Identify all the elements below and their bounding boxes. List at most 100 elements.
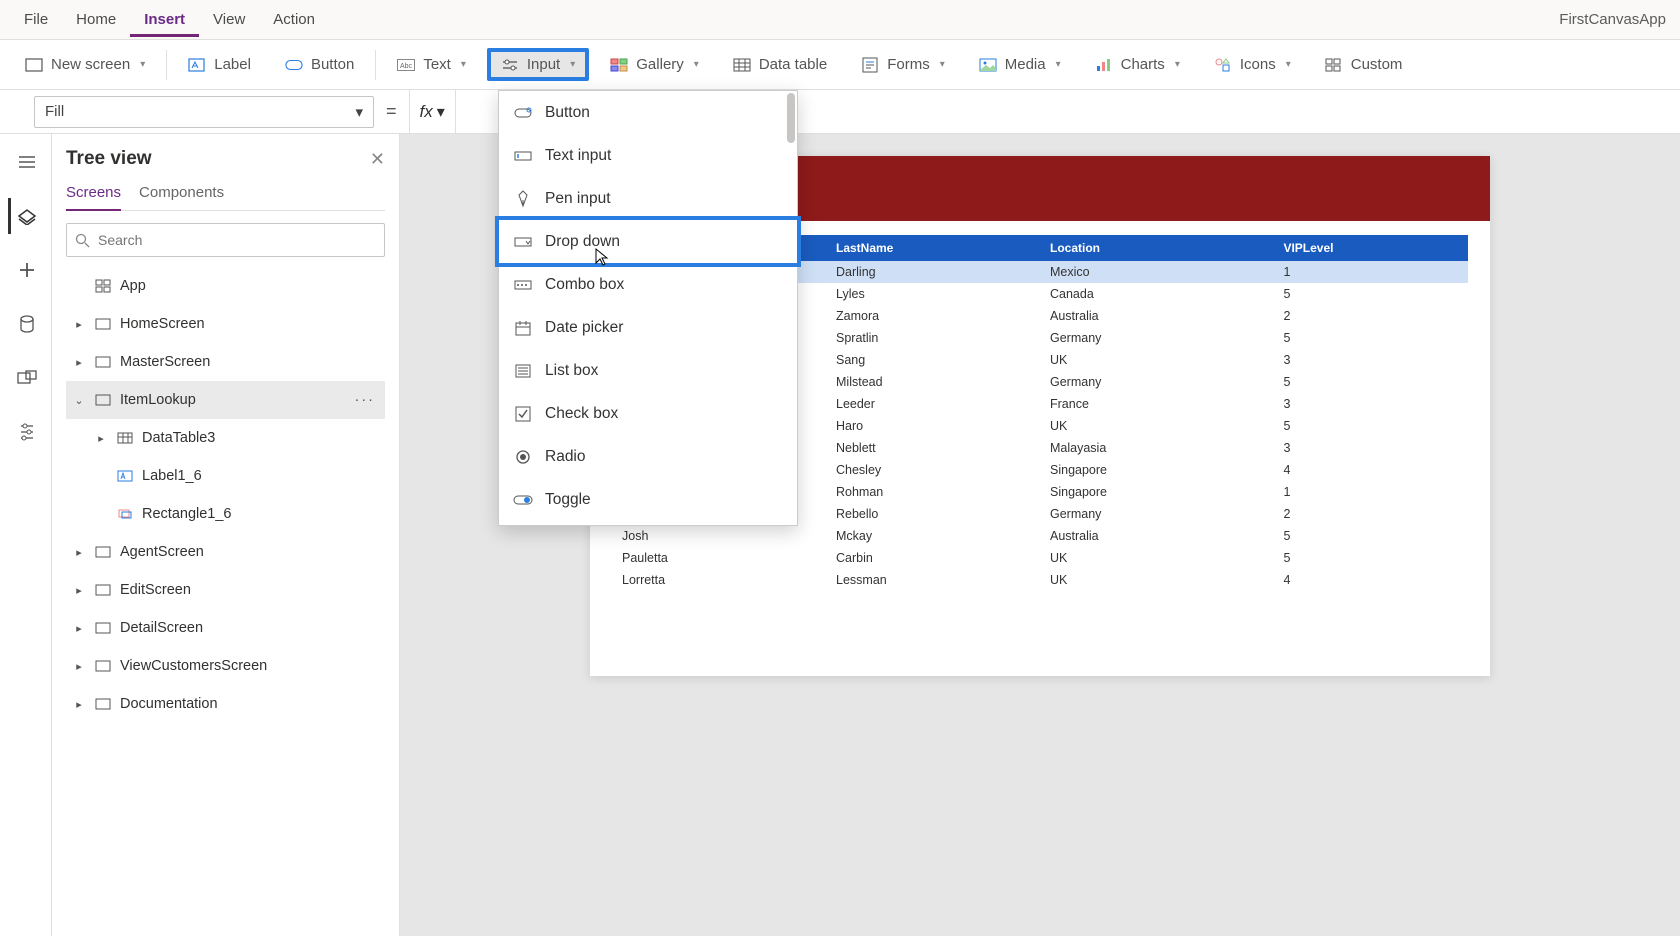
input-dropdown-menu: Button Text input Pen input Drop downCombo … xyxy=(498,90,798,526)
col-header-viplevel[interactable]: VIPLevel xyxy=(1273,235,1468,261)
menu-item-label: Date picker xyxy=(545,319,623,337)
tree-node-datatable3[interactable]: ▸ DataTable3 xyxy=(66,419,385,457)
col-header-location[interactable]: Location xyxy=(1040,235,1273,261)
table-row[interactable]: LorrettaLessmanUK4 xyxy=(612,569,1468,591)
input-menu-item-radio[interactable]: Radio xyxy=(499,435,797,478)
input-menu-item-date[interactable]: Date picker xyxy=(499,306,797,349)
tree-search-box[interactable] xyxy=(66,223,385,257)
expand-icon[interactable]: ▸ xyxy=(72,318,86,331)
input-menu-item-dropdown[interactable]: Drop down xyxy=(499,220,797,263)
input-menu-item-combo[interactable]: Combo box xyxy=(499,263,797,306)
tree-node-editscreen[interactable]: ▸ EditScreen xyxy=(66,571,385,609)
text-dropdown-label: Text xyxy=(423,56,451,73)
document-title: FirstCanvasApp xyxy=(1559,11,1670,28)
tree-node-label: ItemLookup xyxy=(120,392,196,408)
rail-data-button[interactable] xyxy=(8,306,44,342)
table-cell: UK xyxy=(1040,569,1273,591)
tree-node-masterscreen[interactable]: ▸ MasterScreen xyxy=(66,343,385,381)
table-cell: 3 xyxy=(1273,437,1468,459)
tree-node-viewcustomersscreen[interactable]: ▸ ViewCustomersScreen xyxy=(66,647,385,685)
custom-dropdown-label: Custom xyxy=(1351,56,1403,73)
chevron-down-icon: ▾ xyxy=(940,59,945,70)
app-icon xyxy=(94,278,112,294)
chevron-down-icon: ▾ xyxy=(437,102,445,122)
tree-node-label1-6[interactable]: Label1_6 xyxy=(66,457,385,495)
tree-node-rectangle1-6[interactable]: Rectangle1_6 xyxy=(66,495,385,533)
more-options-button[interactable]: ··· xyxy=(355,392,382,408)
chevron-down-icon: ▾ xyxy=(1175,59,1180,70)
tree-view-panel: Tree view ✕ Screens Components App ▸ Hom… xyxy=(52,134,400,936)
new-screen-button[interactable]: New screen ▾ xyxy=(12,49,158,80)
button-control-button[interactable]: Button xyxy=(272,49,367,80)
collapse-icon[interactable]: ⌄ xyxy=(72,394,86,407)
menu-item-label: Button xyxy=(545,104,590,122)
table-cell: 3 xyxy=(1273,349,1468,371)
input-menu-item-toggle[interactable]: Toggle xyxy=(499,478,797,521)
expand-icon[interactable]: ▸ xyxy=(72,622,86,635)
new-screen-label: New screen xyxy=(51,56,130,73)
label-button[interactable]: Label xyxy=(175,49,264,80)
tree-node-detailscreen[interactable]: ▸ DetailScreen xyxy=(66,609,385,647)
expand-icon[interactable]: ▸ xyxy=(72,546,86,559)
text-dropdown-button[interactable]: Abc Text ▾ xyxy=(384,49,479,80)
table-cell: Australia xyxy=(1040,305,1273,327)
gallery-dropdown-button[interactable]: Gallery ▾ xyxy=(597,49,712,80)
fx-button[interactable]: fx ▾ xyxy=(409,90,456,133)
expand-icon[interactable]: ▸ xyxy=(72,698,86,711)
table-row[interactable]: JoshMckayAustralia5 xyxy=(612,525,1468,547)
rail-insert-button[interactable] xyxy=(8,252,44,288)
rail-tree-view-button[interactable] xyxy=(8,198,44,234)
menu-home[interactable]: Home xyxy=(62,5,130,34)
button-icon xyxy=(285,57,303,73)
custom-dropdown-button[interactable]: Custom xyxy=(1312,49,1416,80)
close-panel-button[interactable]: ✕ xyxy=(370,149,385,170)
menu-view[interactable]: View xyxy=(199,5,259,34)
table-icon xyxy=(116,430,134,446)
menu-insert[interactable]: Insert xyxy=(130,5,199,37)
rail-media-button[interactable] xyxy=(8,360,44,396)
icons-dropdown-button[interactable]: Icons ▾ xyxy=(1201,49,1304,80)
table-cell: Canada xyxy=(1040,283,1273,305)
menu-item-label: Radio xyxy=(545,448,586,466)
tree-node-documentation[interactable]: ▸ Documentation xyxy=(66,685,385,723)
input-menu-item-button[interactable]: Button xyxy=(499,91,797,134)
expand-icon[interactable]: ▸ xyxy=(94,432,108,445)
expand-icon[interactable]: ▸ xyxy=(72,584,86,597)
input-menu-item-listbox[interactable]: List box xyxy=(499,349,797,392)
left-rail xyxy=(0,134,52,936)
tree-node-agentscreen[interactable]: ▸ AgentScreen xyxy=(66,533,385,571)
input-menu-item-textinput[interactable]: Text input xyxy=(499,134,797,177)
table-cell: UK xyxy=(1040,547,1273,569)
input-menu-item-check[interactable]: Check box xyxy=(499,392,797,435)
expand-icon[interactable]: ▸ xyxy=(72,356,86,369)
charts-dropdown-button[interactable]: Charts ▾ xyxy=(1082,49,1193,80)
menu-item-label: Pen input xyxy=(545,190,611,208)
expand-icon[interactable]: ▸ xyxy=(72,660,86,673)
tree-node-app[interactable]: App xyxy=(66,267,385,305)
tree-node-homescreen[interactable]: ▸ HomeScreen xyxy=(66,305,385,343)
rail-hamburger-button[interactable] xyxy=(8,144,44,180)
screen-icon xyxy=(94,316,112,332)
scrollbar-thumb[interactable] xyxy=(787,93,795,143)
input-menu-item-pen[interactable]: Pen input xyxy=(499,177,797,220)
chevron-down-icon: ▾ xyxy=(461,59,466,70)
tab-components[interactable]: Components xyxy=(139,180,224,210)
tree-node-itemlookup[interactable]: ⌄ ItemLookup ··· xyxy=(66,381,385,419)
cursor-icon xyxy=(594,247,610,267)
data-table-button[interactable]: Data table xyxy=(720,49,840,80)
screen-icon xyxy=(94,544,112,560)
forms-dropdown-button[interactable]: Forms ▾ xyxy=(848,49,958,80)
input-dropdown-button[interactable]: Input ▾ xyxy=(487,48,589,81)
rail-advanced-button[interactable] xyxy=(8,414,44,450)
menu-file[interactable]: File xyxy=(10,5,62,34)
menu-bar: File Home Insert View Action FirstCanvas… xyxy=(0,0,1680,40)
insert-ribbon: New screen ▾ Label Button Abc Text ▾ Inp… xyxy=(0,40,1680,90)
tab-screens[interactable]: Screens xyxy=(66,180,121,211)
table-row[interactable]: PaulettaCarbinUK5 xyxy=(612,547,1468,569)
col-header-lastname[interactable]: LastName xyxy=(826,235,1040,261)
tree-search-input[interactable] xyxy=(98,232,376,248)
menu-action[interactable]: Action xyxy=(259,5,329,34)
media-dropdown-button[interactable]: Media ▾ xyxy=(966,49,1074,80)
property-selector[interactable]: Fill ▾ xyxy=(34,96,374,128)
svg-text:Abc: Abc xyxy=(400,63,413,70)
